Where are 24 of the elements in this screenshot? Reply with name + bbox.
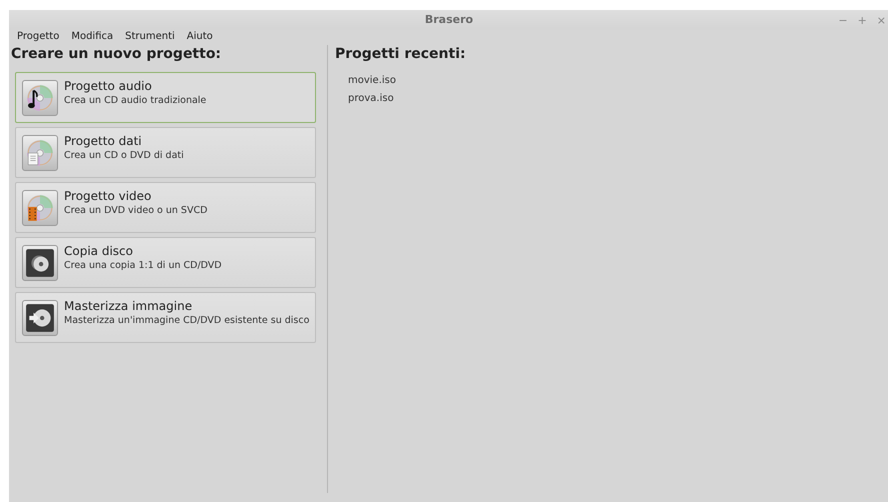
project-option[interactable]: Masterizza immagine Masterizza un'immagine CD/DVD esistente su disco <box>15 292 316 343</box>
project-title: Progetto video <box>64 188 152 204</box>
project-option[interactable]: Progetto video Crea un DVD video o un SVCD <box>15 182 316 233</box>
recent-project-item[interactable]: movie.iso <box>348 72 396 90</box>
section-heading: Progetti recenti: <box>335 45 467 63</box>
project-description: Crea un CD o DVD di dati <box>64 148 184 162</box>
window-title: Brasero <box>424 12 474 28</box>
project-title: Copia disco <box>64 242 134 258</box>
project-option[interactable]: Progetto audio Crea un CD audio tradizionale <box>15 72 316 123</box>
menu-item[interactable]: Aiuto <box>186 32 213 42</box>
project-description: Crea una copia 1:1 di un CD/DVD <box>64 258 222 272</box>
menu-item[interactable]: Progetto <box>17 32 60 42</box>
project-description: Masterizza un'immagine CD/DVD esistente su disco <box>64 314 310 328</box>
project-title: Progetto audio <box>64 78 153 94</box>
menu-item[interactable]: Strumenti <box>125 32 175 42</box>
project-description: Crea un CD audio tradizionale <box>64 94 206 108</box>
project-option[interactable]: Copia disco Crea una copia 1:1 di un CD/DVD <box>15 237 316 288</box>
project-option[interactable]: Progetto dati Crea un CD o DVD di dati <box>15 127 316 178</box>
project-title: Masterizza immagine <box>64 298 194 314</box>
menu-item[interactable]: Modifica <box>71 32 114 42</box>
section-heading: Creare un nuovo progetto: <box>11 45 222 63</box>
recent-project-item[interactable]: prova.iso <box>348 90 394 108</box>
project-title: Progetto dati <box>64 132 143 148</box>
project-description: Crea un DVD video o un SVCD <box>64 204 208 218</box>
